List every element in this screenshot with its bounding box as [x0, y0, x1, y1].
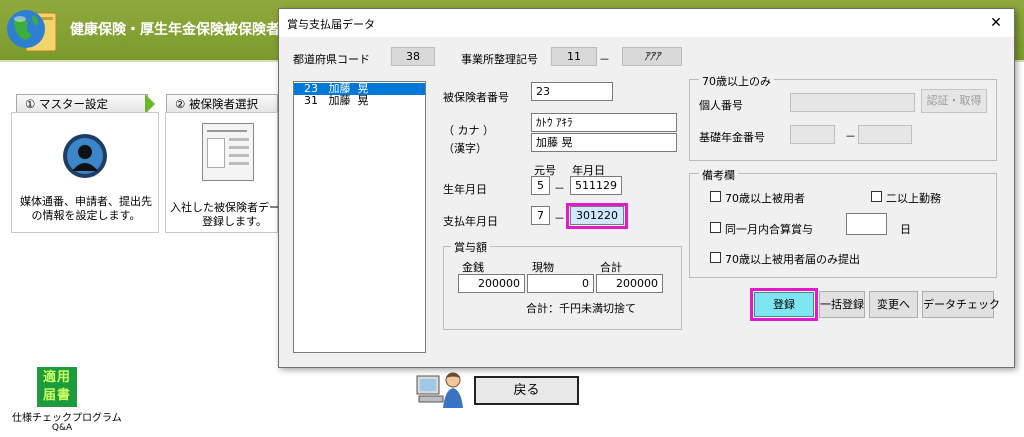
globe-notebook-logo-icon — [4, 3, 60, 57]
in-kind-label: 現物 — [532, 261, 554, 274]
insured-select-desc-1: 入社した被保険者デー — [170, 201, 280, 214]
insured-number-label: 被保険者番号 — [443, 91, 509, 104]
prefecture-code-field: 38 — [391, 47, 435, 66]
kanji-name-input[interactable]: 加藤 晃 — [531, 133, 677, 152]
close-icon[interactable]: ✕ — [983, 12, 1009, 34]
day-unit-label: 日 — [900, 223, 911, 236]
tekiyo-icon-line-2: 届書 — [42, 388, 71, 403]
master-settings-desc-2: の情報を設定します。 — [31, 209, 141, 222]
master-settings-desc-1: 媒体通番、申請者、提出先 — [20, 195, 152, 208]
register-button[interactable]: 登録 — [754, 292, 814, 317]
pension-number-label: 基礎年金番号 — [699, 131, 765, 144]
office-number-1-field: 11 — [551, 47, 597, 66]
change-button[interactable]: 変更へ — [869, 291, 918, 318]
total-amount-field: 200000 — [596, 274, 663, 293]
birth-date-dash: － — [554, 182, 565, 195]
personal-number-input — [790, 93, 915, 112]
operator-at-computer-icon — [415, 370, 467, 410]
over70-only-label: 70歳以上被用者届のみ提出 — [725, 253, 860, 266]
form-thumbnail-icon — [202, 123, 254, 181]
payment-date-input[interactable]: 301220 — [570, 206, 624, 225]
tekiyo-icon-line-1: 適用 — [42, 370, 71, 385]
payment-date-dash: － — [554, 212, 565, 225]
same-month-bonus-checkbox[interactable] — [710, 222, 721, 233]
data-check-button[interactable]: データチェック — [922, 291, 1000, 318]
remarks-caption: 備考欄 — [699, 167, 738, 183]
payment-era-input[interactable]: 7 — [531, 206, 550, 225]
cash-label: 金銭 — [462, 261, 484, 274]
step-label: ① マスター設定 — [25, 97, 108, 111]
birth-date-label: 生年月日 — [443, 183, 487, 196]
birth-date-input[interactable]: 511129 — [570, 176, 622, 195]
multiple-work-label: 二以上勤務 — [886, 192, 941, 205]
in-kind-amount-input[interactable]: 0 — [527, 274, 594, 293]
birth-era-input[interactable]: 5 — [531, 176, 550, 195]
over70-insured-checkbox[interactable] — [710, 191, 721, 202]
kanji-label: （漢字） — [443, 142, 487, 155]
step-master-settings-tab[interactable]: ① マスター設定 — [16, 94, 148, 114]
bonus-payment-dialog: 賞与支払届データ ✕ 都道府県コード 38 事業所整理記号 11 － ｱｱｱ 2… — [278, 8, 1015, 368]
kana-label: （ カナ ） — [443, 124, 494, 137]
insured-select-desc-2: 登録します。 — [202, 215, 267, 228]
auth-acquire-button[interactable]: 認証・取得 — [921, 89, 987, 113]
back-button[interactable]: 戻る — [474, 376, 579, 405]
employee-list[interactable]: 23 加藤 晃 31 加藤 晃 — [293, 81, 426, 353]
pension-number-1-input — [790, 125, 835, 144]
app-title: 健康保険・厚生年金保険被保険者賞 — [70, 22, 282, 38]
office-number-2-field: ｱｱｱ — [622, 47, 682, 66]
over70-only-checkbox[interactable] — [710, 252, 721, 263]
same-month-bonus-label: 同一月内合算賞与 — [725, 223, 813, 236]
step-insured-select-tab[interactable]: ② 被保険者選択 — [166, 94, 278, 114]
cash-amount-input[interactable]: 200000 — [458, 274, 525, 293]
kana-name-input[interactable]: ｶﾄｳ ｱｷﾗ — [531, 113, 677, 132]
same-month-day-input[interactable] — [846, 213, 887, 235]
step-label: ② 被保険者選択 — [175, 97, 258, 111]
bulk-register-button[interactable]: 一括登録 — [819, 291, 865, 318]
dialog-titlebar — [279, 9, 1014, 37]
insured-select-card[interactable]: 入社した被保険者デー 登録します。 — [165, 112, 280, 233]
total-rounding-note: 合計：千円未満切捨て — [526, 302, 636, 315]
office-number-label: 事業所整理記号 — [461, 53, 538, 66]
pension-number-2-input — [858, 125, 912, 144]
qa-label[interactable]: Q&A — [12, 423, 112, 433]
bonus-amount-caption: 賞与額 — [451, 239, 490, 255]
over70-caption: 70歳以上のみ — [699, 73, 774, 89]
employee-list-item[interactable]: 31 加藤 晃 — [294, 95, 425, 107]
step-arrow-icon — [145, 94, 155, 114]
multiple-work-checkbox[interactable] — [871, 191, 882, 202]
over70-insured-label: 70歳以上被用者 — [725, 192, 805, 205]
spec-check-program-label[interactable]: 仕様チェックプログラム — [12, 409, 122, 424]
tekiyo-todokesho-icon[interactable]: 適用 届書 — [37, 367, 77, 407]
insured-number-input[interactable]: 23 — [531, 82, 613, 101]
pension-number-separator: － — [845, 130, 856, 143]
office-number-separator: － — [599, 53, 610, 66]
dialog-title: 賞与支払届データ — [287, 18, 375, 31]
prefecture-code-label: 都道府県コード — [293, 53, 370, 66]
master-settings-card[interactable]: 媒体通番、申請者、提出先 の情報を設定します。 — [11, 112, 159, 233]
payment-date-label: 支払年月日 — [443, 215, 498, 228]
total-label: 合計 — [600, 261, 622, 274]
personal-number-label: 個人番号 — [699, 99, 743, 112]
user-silhouette-icon — [62, 133, 108, 179]
